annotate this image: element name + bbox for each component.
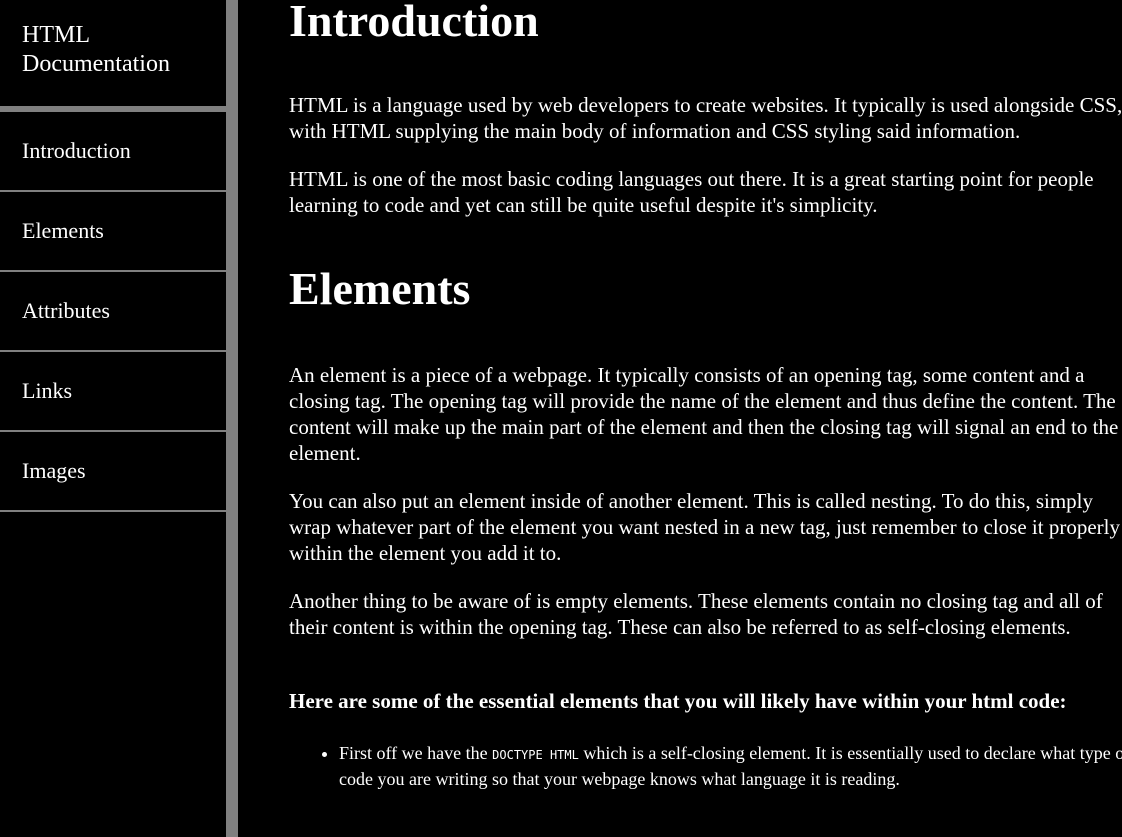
essential-elements-heading: Here are some of the essential elements … [289, 689, 1067, 713]
nav-item: Introduction [0, 112, 226, 192]
nav-link-attributes[interactable]: Attributes [0, 272, 226, 352]
nav-list: Introduction Elements Attributes Links I… [0, 112, 226, 512]
nav-item: Images [0, 432, 226, 512]
section-title-elements: Elements [289, 263, 471, 314]
list-item: First off we have the DOCTYPE HTML which… [339, 741, 1122, 791]
paragraph: An element is a piece of a webpage. It t… [289, 363, 1119, 465]
nav-item: Elements [0, 192, 226, 272]
paragraph: You can also put an element inside of an… [289, 489, 1120, 565]
paragraph: HTML is a language used by web developer… [289, 93, 1122, 143]
site-title: HTML Documentation [22, 22, 170, 77]
section-elements: Elements An element is a piece of a webp… [289, 266, 1122, 791]
section-introduction: Introduction HTML is a language used by … [289, 0, 1122, 218]
nav-item: Attributes [0, 272, 226, 352]
nav-link-images[interactable]: Images [0, 432, 226, 512]
sidebar-navbar: HTML Documentation Introduction Elements… [0, 0, 238, 837]
paragraph: HTML is one of the most basic coding lan… [289, 167, 1094, 217]
essential-elements-list: First off we have the DOCTYPE HTML which… [289, 741, 1122, 791]
main-content: Introduction HTML is a language used by … [289, 0, 1122, 837]
section-title-introduction: Introduction [289, 0, 539, 46]
paragraph: Another thing to be aware of is empty el… [289, 589, 1103, 639]
nav-item: Links [0, 352, 226, 432]
list-item-text: First off we have the [339, 743, 493, 763]
inline-code: DOCTYPE HTML [492, 748, 579, 762]
nav-link-links[interactable]: Links [0, 352, 226, 432]
sidebar-header: HTML Documentation [0, 0, 226, 112]
nav-link-elements[interactable]: Elements [0, 192, 226, 272]
nav-link-introduction[interactable]: Introduction [0, 112, 226, 192]
